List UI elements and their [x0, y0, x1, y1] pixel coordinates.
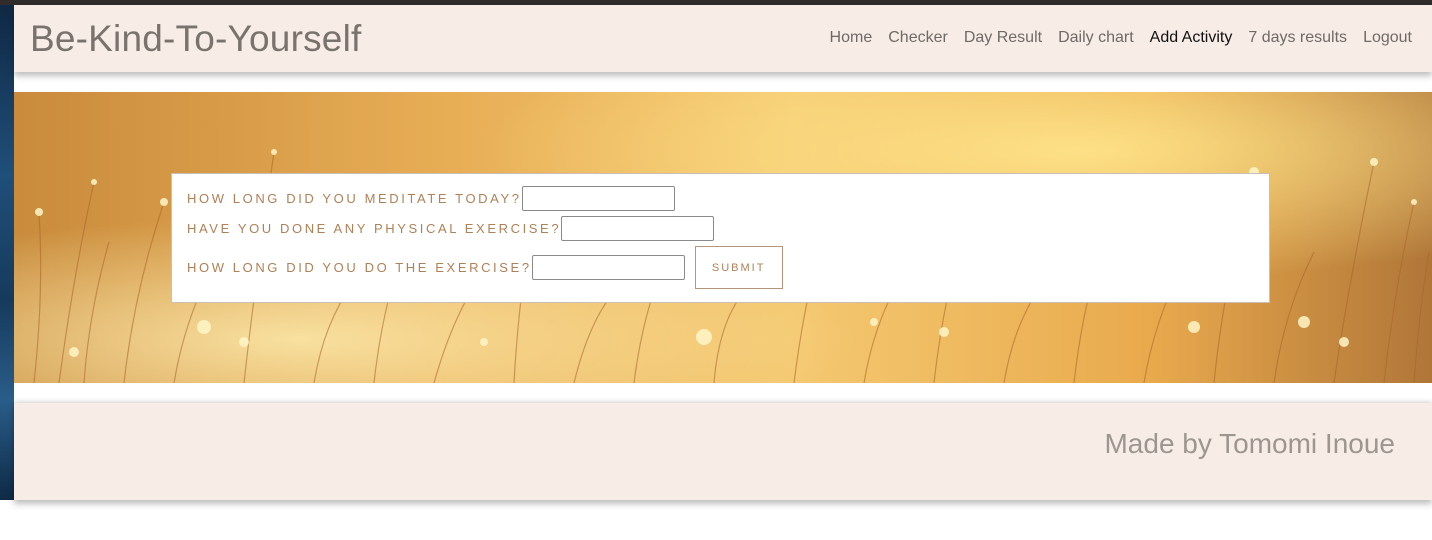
nav-home[interactable]: Home	[830, 29, 873, 47]
duration-label: How long did you do the exercise?	[187, 260, 532, 275]
nav-add-activity[interactable]: Add Activity	[1150, 29, 1233, 47]
nav-logout[interactable]: Logout	[1363, 29, 1412, 47]
meditate-row: How long did you meditate today?	[187, 186, 675, 211]
nav-day-result[interactable]: Day Result	[964, 29, 1042, 47]
exercise-label: Have you done any physical exercise?	[187, 221, 562, 236]
meditate-input[interactable]	[521, 186, 675, 211]
nav-7-days-results[interactable]: 7 days results	[1248, 29, 1347, 47]
duration-row: How long did you do the exercise? Submit	[187, 246, 783, 289]
submit-button[interactable]: Submit	[694, 246, 783, 289]
main-nav: Home Checker Day Result Daily chart Add …	[830, 29, 1412, 47]
site-header: Be-Kind-To-Yourself Home Checker Day Res…	[14, 5, 1432, 72]
meditate-label: How long did you meditate today?	[187, 191, 522, 206]
duration-input[interactable]	[531, 255, 685, 280]
footer-credit: Made by Tomomi Inoue	[1104, 428, 1395, 459]
exercise-input[interactable]	[561, 216, 715, 241]
site-brand[interactable]: Be-Kind-To-Yourself	[30, 18, 362, 60]
nav-daily-chart[interactable]: Daily chart	[1058, 29, 1134, 47]
desktop-background	[0, 0, 14, 500]
site-footer: Made by Tomomi Inoue	[14, 403, 1432, 500]
nav-checker[interactable]: Checker	[888, 29, 948, 47]
exercise-row: Have you done any physical exercise?	[187, 216, 715, 241]
activity-form: How long did you meditate today? Have yo…	[171, 173, 1270, 303]
